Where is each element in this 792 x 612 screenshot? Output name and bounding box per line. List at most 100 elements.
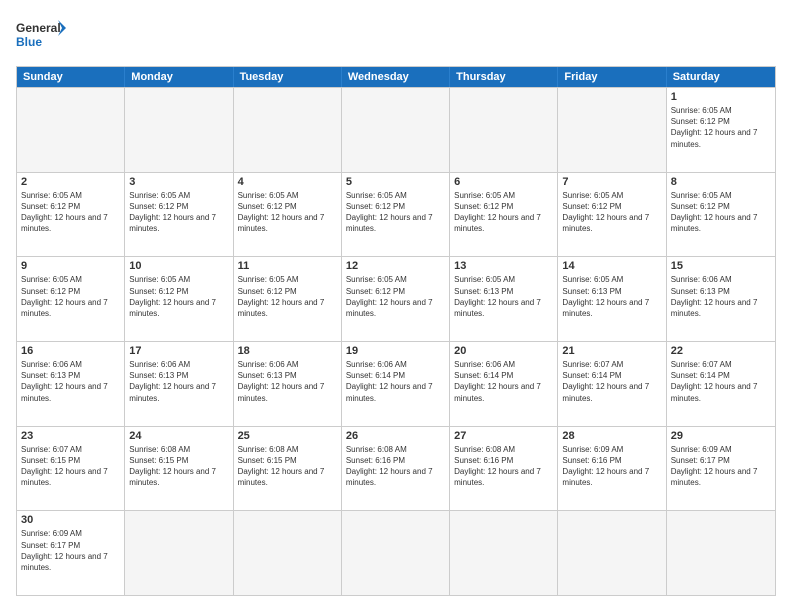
calendar-cell — [342, 88, 450, 172]
calendar-cell: 13 Sunrise: 6:05 AM Sunset: 6:13 PM Dayli… — [450, 257, 558, 341]
calendar-cell: 30 Sunrise: 6:09 AM Sunset: 6:17 PM Dayli… — [17, 511, 125, 595]
calendar-cell — [667, 511, 775, 595]
day-number: 1 — [671, 91, 771, 103]
day-number: 10 — [129, 260, 228, 272]
calendar-cell — [17, 88, 125, 172]
calendar-cell: 16 Sunrise: 6:06 AM Sunset: 6:13 PM Dayli… — [17, 342, 125, 426]
svg-text:General: General — [16, 21, 61, 35]
day-number: 30 — [21, 514, 120, 526]
day-info: Sunrise: 6:05 AM Sunset: 6:12 PM Dayligh… — [238, 190, 337, 235]
calendar-cell: 2 Sunrise: 6:05 AM Sunset: 6:12 PM Daylig… — [17, 173, 125, 257]
calendar-cell: 6 Sunrise: 6:05 AM Sunset: 6:12 PM Daylig… — [450, 173, 558, 257]
day-number: 27 — [454, 430, 553, 442]
day-number: 15 — [671, 260, 771, 272]
calendar-row-5: 30 Sunrise: 6:09 AM Sunset: 6:17 PM Dayli… — [17, 510, 775, 595]
page-header: General Blue — [16, 16, 776, 56]
calendar-cell: 24 Sunrise: 6:08 AM Sunset: 6:15 PM Dayli… — [125, 427, 233, 511]
calendar-cell: 3Sunrise: 6:05 AM Sunset: 6:12 PM Daylig… — [125, 173, 233, 257]
calendar-cell — [558, 88, 666, 172]
day-info: Sunrise: 6:07 AM Sunset: 6:14 PM Dayligh… — [562, 359, 661, 404]
calendar-cell — [125, 511, 233, 595]
calendar-cell: 12Sunrise: 6:05 AM Sunset: 6:12 PM Dayli… — [342, 257, 450, 341]
day-number: 29 — [671, 430, 771, 442]
day-info: Sunrise: 6:05 AM Sunset: 6:13 PM Dayligh… — [562, 274, 661, 319]
day-number: 6 — [454, 176, 553, 188]
day-info: Sunrise: 6:05 AM Sunset: 6:12 PM Dayligh… — [129, 274, 228, 319]
day-info: Sunrise: 6:06 AM Sunset: 6:13 PM Dayligh… — [238, 359, 337, 404]
day-number: 17 — [129, 345, 228, 357]
day-info: Sunrise: 6:06 AM Sunset: 6:14 PM Dayligh… — [454, 359, 553, 404]
day-number: 26 — [346, 430, 445, 442]
header-day-saturday: Saturday — [667, 67, 775, 87]
generalblue-logo-icon: General Blue — [16, 16, 66, 56]
calendar-cell — [125, 88, 233, 172]
day-number: 25 — [238, 430, 337, 442]
day-info: Sunrise: 6:08 AM Sunset: 6:16 PM Dayligh… — [346, 444, 445, 489]
calendar-row-2: 9 Sunrise: 6:05 AM Sunset: 6:12 PM Daylig… — [17, 256, 775, 341]
header-day-thursday: Thursday — [450, 67, 558, 87]
calendar-header: SundayMondayTuesdayWednesdayThursdayFrid… — [17, 67, 775, 87]
day-number: 24 — [129, 430, 228, 442]
day-info: Sunrise: 6:06 AM Sunset: 6:13 PM Dayligh… — [671, 274, 771, 319]
day-number: 12 — [346, 260, 445, 272]
day-number: 16 — [21, 345, 120, 357]
calendar-cell — [234, 511, 342, 595]
calendar-cell: 20 Sunrise: 6:06 AM Sunset: 6:14 PM Dayli… — [450, 342, 558, 426]
day-number: 20 — [454, 345, 553, 357]
day-info: Sunrise: 6:05 AM Sunset: 6:12 PM Dayligh… — [454, 190, 553, 235]
calendar-cell — [450, 88, 558, 172]
calendar-cell: 21 Sunrise: 6:07 AM Sunset: 6:14 PM Dayli… — [558, 342, 666, 426]
day-number: 8 — [671, 176, 771, 188]
calendar-row-3: 16 Sunrise: 6:06 AM Sunset: 6:13 PM Dayli… — [17, 341, 775, 426]
day-number: 21 — [562, 345, 661, 357]
day-number: 2 — [21, 176, 120, 188]
calendar-cell: 7 Sunrise: 6:05 AM Sunset: 6:12 PM Daylig… — [558, 173, 666, 257]
calendar-cell: 10 Sunrise: 6:05 AM Sunset: 6:12 PM Dayli… — [125, 257, 233, 341]
day-info: Sunrise: 6:09 AM Sunset: 6:16 PM Dayligh… — [562, 444, 661, 489]
day-number: 9 — [21, 260, 120, 272]
header-day-wednesday: Wednesday — [342, 67, 450, 87]
day-info: Sunrise: 6:06 AM Sunset: 6:13 PM Dayligh… — [21, 359, 120, 404]
header-day-tuesday: Tuesday — [234, 67, 342, 87]
calendar-row-1: 2 Sunrise: 6:05 AM Sunset: 6:12 PM Daylig… — [17, 172, 775, 257]
day-info: Sunrise: 6:08 AM Sunset: 6:16 PM Dayligh… — [454, 444, 553, 489]
day-number: 23 — [21, 430, 120, 442]
calendar-cell — [342, 511, 450, 595]
calendar-cell: 22Sunrise: 6:07 AM Sunset: 6:14 PM Dayli… — [667, 342, 775, 426]
calendar-cell: 4Sunrise: 6:05 AM Sunset: 6:12 PM Daylig… — [234, 173, 342, 257]
header-day-friday: Friday — [558, 67, 666, 87]
calendar: SundayMondayTuesdayWednesdayThursdayFrid… — [16, 66, 776, 596]
calendar-row-4: 23Sunrise: 6:07 AM Sunset: 6:15 PM Dayli… — [17, 426, 775, 511]
day-info: Sunrise: 6:05 AM Sunset: 6:12 PM Dayligh… — [562, 190, 661, 235]
calendar-row-0: 1 Sunrise: 6:05 AM Sunset: 6:12 PM Daylig… — [17, 87, 775, 172]
calendar-cell: 15 Sunrise: 6:06 AM Sunset: 6:13 PM Dayli… — [667, 257, 775, 341]
day-number: 18 — [238, 345, 337, 357]
day-number: 11 — [238, 260, 337, 272]
day-number: 14 — [562, 260, 661, 272]
day-info: Sunrise: 6:05 AM Sunset: 6:12 PM Dayligh… — [671, 105, 771, 150]
calendar-cell: 8Sunrise: 6:05 AM Sunset: 6:12 PM Daylig… — [667, 173, 775, 257]
day-info: Sunrise: 6:05 AM Sunset: 6:12 PM Dayligh… — [346, 190, 445, 235]
logo: General Blue — [16, 16, 66, 56]
day-info: Sunrise: 6:07 AM Sunset: 6:14 PM Dayligh… — [671, 359, 771, 404]
day-info: Sunrise: 6:08 AM Sunset: 6:15 PM Dayligh… — [129, 444, 228, 489]
header-day-monday: Monday — [125, 67, 233, 87]
day-number: 7 — [562, 176, 661, 188]
calendar-body: 1 Sunrise: 6:05 AM Sunset: 6:12 PM Daylig… — [17, 87, 775, 595]
svg-text:Blue: Blue — [16, 35, 42, 49]
calendar-cell — [558, 511, 666, 595]
calendar-cell: 27 Sunrise: 6:08 AM Sunset: 6:16 PM Dayli… — [450, 427, 558, 511]
calendar-cell: 9Sunrise: 6:05 AM Sunset: 6:12 PM Daylig… — [17, 257, 125, 341]
day-number: 13 — [454, 260, 553, 272]
day-number: 28 — [562, 430, 661, 442]
header-day-sunday: Sunday — [17, 67, 125, 87]
calendar-cell: 26 Sunrise: 6:08 AM Sunset: 6:16 PM Dayli… — [342, 427, 450, 511]
calendar-cell — [450, 511, 558, 595]
calendar-cell: 1 Sunrise: 6:05 AM Sunset: 6:12 PM Daylig… — [667, 88, 775, 172]
day-info: Sunrise: 6:05 AM Sunset: 6:12 PM Dayligh… — [21, 190, 120, 235]
calendar-cell: 17Sunrise: 6:06 AM Sunset: 6:13 PM Dayli… — [125, 342, 233, 426]
day-info: Sunrise: 6:05 AM Sunset: 6:13 PM Dayligh… — [454, 274, 553, 319]
day-info: Sunrise: 6:09 AM Sunset: 6:17 PM Dayligh… — [21, 528, 120, 573]
day-info: Sunrise: 6:09 AM Sunset: 6:17 PM Dayligh… — [671, 444, 771, 489]
day-info: Sunrise: 6:05 AM Sunset: 6:12 PM Dayligh… — [238, 274, 337, 319]
